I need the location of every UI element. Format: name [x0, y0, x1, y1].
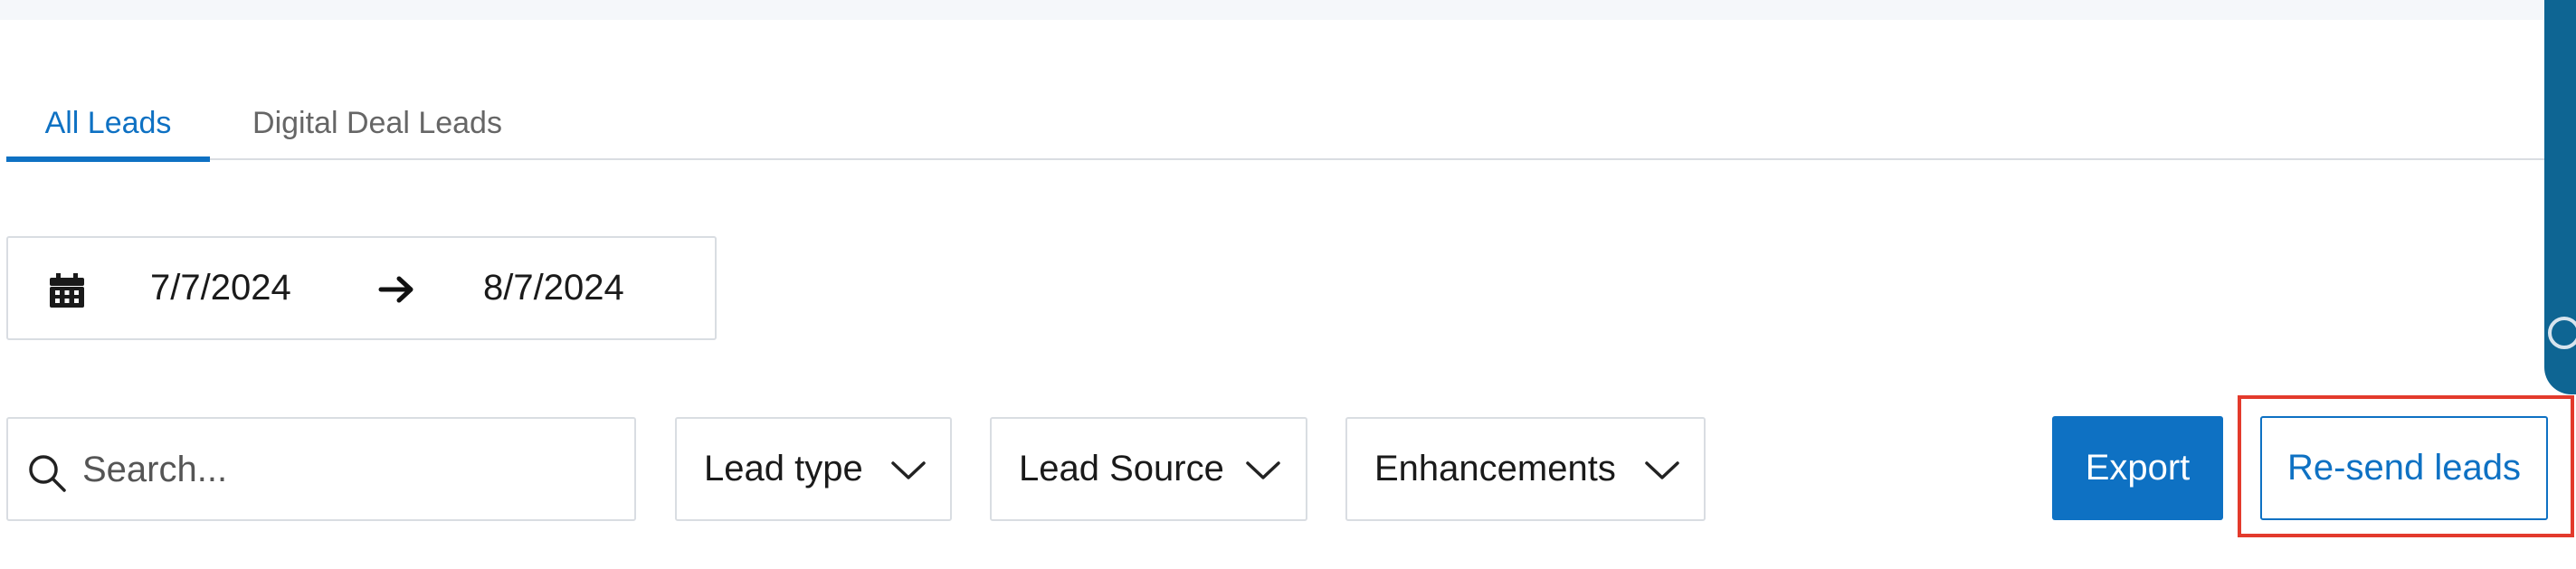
date-range-picker[interactable]: 7/7/2024 8/7/2024 — [6, 236, 717, 340]
search-box[interactable] — [6, 417, 636, 521]
side-help-panel[interactable] — [2544, 0, 2576, 394]
tab-digital-deal-leads[interactable]: Digital Deal Leads — [237, 86, 518, 160]
arrow-right-icon — [378, 276, 413, 303]
lead-type-dropdown[interactable]: Lead type — [675, 417, 952, 521]
chevron-down-icon — [1246, 461, 1280, 479]
enhancements-label: Enhancements — [1374, 449, 1616, 488]
resend-leads-button[interactable]: Re-send leads — [2260, 416, 2548, 520]
help-icon[interactable] — [2548, 317, 2576, 349]
lead-source-dropdown[interactable]: Lead Source — [990, 417, 1307, 521]
enhancements-dropdown[interactable]: Enhancements — [1345, 417, 1706, 521]
lead-type-label: Lead type — [704, 449, 863, 488]
search-input[interactable] — [82, 428, 616, 511]
lead-tabs: All Leads Digital Deal Leads — [6, 86, 2544, 162]
export-button[interactable]: Export — [2052, 416, 2223, 520]
lead-source-label: Lead Source — [1019, 449, 1224, 488]
calendar-icon — [50, 273, 84, 308]
start-date[interactable]: 7/7/2024 — [150, 238, 291, 338]
chevron-down-icon — [1645, 461, 1679, 479]
chevron-down-icon — [891, 461, 926, 479]
search-icon — [29, 455, 66, 492]
tab-all-leads[interactable]: All Leads — [6, 86, 210, 162]
top-bar — [0, 0, 2576, 20]
end-date[interactable]: 8/7/2024 — [483, 238, 624, 338]
